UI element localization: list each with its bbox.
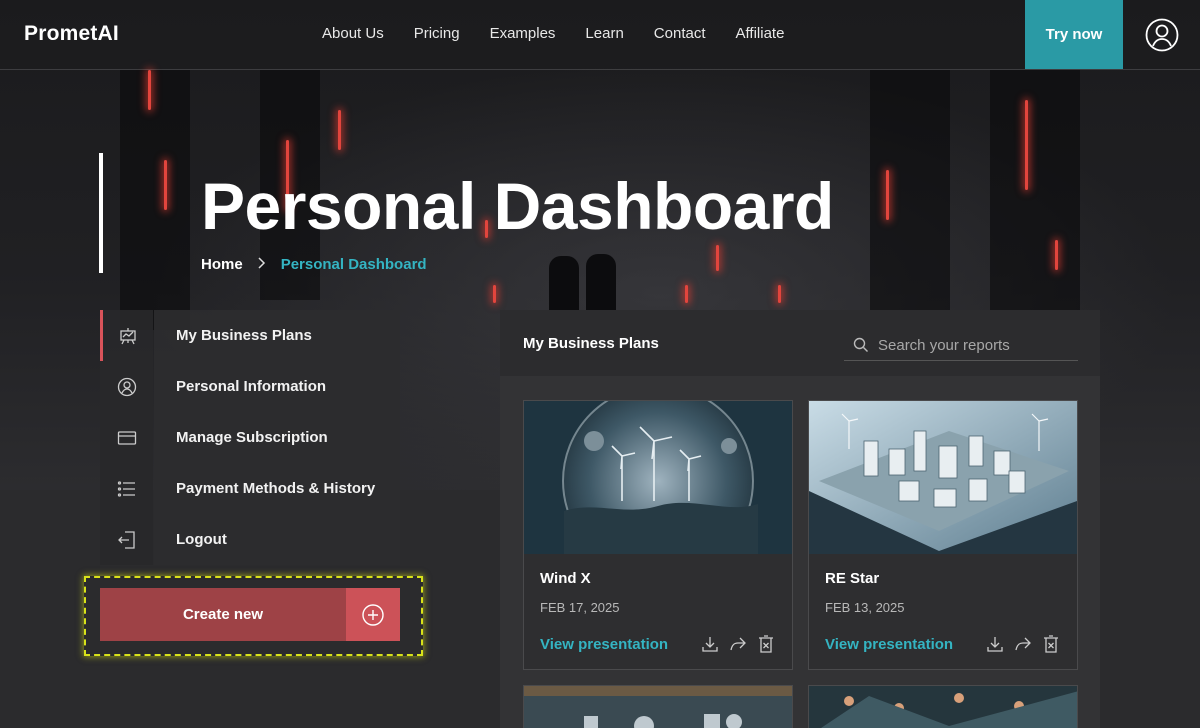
nav-pricing[interactable]: Pricing bbox=[414, 25, 460, 42]
sidebar-item-label: Logout bbox=[154, 514, 400, 565]
breadcrumb-current: Personal Dashboard bbox=[280, 256, 427, 273]
plan-name: RE Star bbox=[825, 570, 880, 587]
nav-learn[interactable]: Learn bbox=[585, 25, 623, 42]
nav-about-us[interactable]: About Us bbox=[322, 25, 384, 42]
sidebar-item-label: My Business Plans bbox=[154, 310, 400, 361]
sidebar-item-personal-information[interactable]: Personal Information bbox=[100, 361, 400, 412]
plus-circle-icon bbox=[346, 588, 400, 641]
sidebar-item-label: Manage Subscription bbox=[154, 412, 400, 463]
plan-thumbnail[interactable] bbox=[809, 401, 1077, 554]
user-account-icon[interactable] bbox=[1145, 18, 1179, 52]
try-now-button[interactable]: Try now bbox=[1025, 0, 1123, 69]
chevron-right-icon bbox=[257, 256, 267, 273]
sidebar-item-label: Payment Methods & History bbox=[154, 463, 400, 514]
share-icon[interactable] bbox=[728, 634, 748, 654]
nav-examples[interactable]: Examples bbox=[490, 25, 556, 42]
share-icon[interactable] bbox=[1013, 634, 1033, 654]
plan-name: Wind X bbox=[540, 570, 591, 587]
plan-date: FEB 17, 2025 bbox=[540, 600, 620, 615]
breadcrumb: Home Personal Dashboard bbox=[201, 256, 427, 273]
create-new-label: Create new bbox=[100, 588, 346, 641]
delete-icon[interactable] bbox=[1041, 634, 1061, 654]
sidebar-item-label: Personal Information bbox=[154, 361, 400, 412]
sidebar-item-my-business-plans[interactable]: My Business Plans bbox=[100, 310, 400, 361]
logo[interactable]: PrometAI bbox=[24, 22, 119, 46]
plan-card-partial[interactable] bbox=[523, 685, 793, 728]
delete-icon[interactable] bbox=[756, 634, 776, 654]
user-circle-icon bbox=[100, 361, 153, 412]
list-icon bbox=[100, 463, 153, 514]
business-plans-panel: My Business Plans Search your reports Wi… bbox=[500, 310, 1100, 728]
create-new-button[interactable]: Create new bbox=[100, 588, 400, 641]
nav-contact[interactable]: Contact bbox=[654, 25, 706, 42]
plan-thumbnail[interactable] bbox=[524, 401, 792, 554]
panel-header: My Business Plans bbox=[500, 310, 1100, 376]
credit-card-icon bbox=[100, 412, 153, 463]
top-navigation: PrometAI About Us Pricing Examples Learn… bbox=[0, 0, 1200, 70]
plan-card-re-star: RE Star FEB 13, 2025 View presentation bbox=[808, 400, 1078, 670]
view-presentation-link[interactable]: View presentation bbox=[825, 636, 953, 653]
page-title: Personal Dashboard bbox=[201, 169, 834, 243]
sidebar-item-manage-subscription[interactable]: Manage Subscription bbox=[100, 412, 400, 463]
sidebar-item-logout[interactable]: Logout bbox=[100, 514, 400, 565]
search-input[interactable] bbox=[878, 336, 1068, 354]
sidebar-item-payment-methods[interactable]: Payment Methods & History bbox=[100, 463, 400, 514]
download-icon[interactable] bbox=[700, 634, 720, 654]
nav-affiliate[interactable]: Affiliate bbox=[736, 25, 785, 42]
logout-icon bbox=[100, 514, 153, 565]
view-presentation-link[interactable]: View presentation bbox=[540, 636, 668, 653]
title-accent-bar bbox=[99, 153, 103, 273]
plan-card-partial[interactable] bbox=[808, 685, 1078, 728]
sidebar: My Business Plans Personal Information M… bbox=[100, 310, 400, 565]
presentation-board-icon bbox=[100, 310, 153, 361]
panel-title: My Business Plans bbox=[523, 335, 659, 352]
card-actions bbox=[985, 634, 1061, 654]
plan-date: FEB 13, 2025 bbox=[825, 600, 905, 615]
breadcrumb-home[interactable]: Home bbox=[201, 256, 243, 273]
download-icon[interactable] bbox=[985, 634, 1005, 654]
card-actions bbox=[700, 634, 776, 654]
plan-card-wind-x: Wind X FEB 17, 2025 View presentation bbox=[523, 400, 793, 670]
search-box bbox=[844, 330, 1078, 361]
nav-menu: About Us Pricing Examples Learn Contact … bbox=[322, 25, 784, 42]
search-icon bbox=[844, 337, 878, 353]
